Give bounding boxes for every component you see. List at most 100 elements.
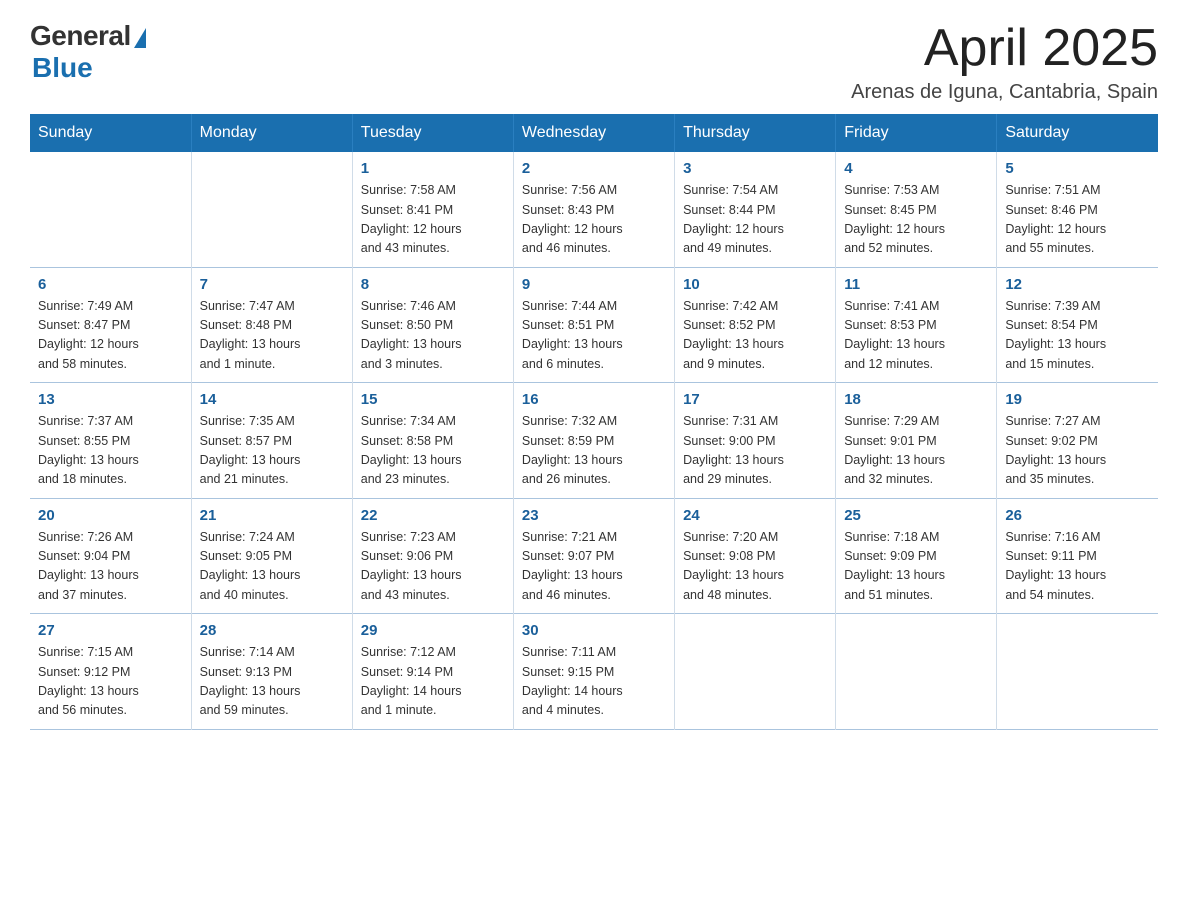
calendar-table: SundayMondayTuesdayWednesdayThursdayFrid…	[30, 114, 1158, 730]
day-of-week-header: Sunday	[30, 114, 191, 152]
day-info: Sunrise: 7:26 AM Sunset: 9:04 PM Dayligh…	[38, 528, 183, 606]
calendar-cell: 27 Sunrise: 7:15 AM Sunset: 9:12 PM Dayli…	[30, 614, 191, 730]
day-number: 9	[522, 276, 666, 293]
day-info: Sunrise: 7:58 AM Sunset: 8:41 PM Dayligh…	[361, 181, 505, 259]
day-number: 2	[522, 160, 666, 177]
calendar-cell: 26Sunrise: 7:16 AM Sunset: 9:11 PM Dayli…	[997, 498, 1158, 614]
day-info: Sunrise: 7:47 AM Sunset: 8:48 PM Dayligh…	[200, 297, 344, 375]
calendar-cell: 17 Sunrise: 7:31 AM Sunset: 9:00 PM Dayli…	[675, 383, 836, 499]
day-number: 17	[683, 391, 827, 408]
day-number: 5	[1005, 160, 1150, 177]
day-of-week-header: Thursday	[675, 114, 836, 152]
calendar-week-row: 6 Sunrise: 7:49 AM Sunset: 8:47 PM Daylig…	[30, 267, 1158, 383]
day-number: 8	[361, 276, 505, 293]
calendar-cell: 19 Sunrise: 7:27 AM Sunset: 9:02 PM Dayli…	[997, 383, 1158, 499]
day-number: 19	[1005, 391, 1150, 408]
calendar-cell: 24Sunrise: 7:20 AM Sunset: 9:08 PM Dayli…	[675, 498, 836, 614]
calendar-week-row: 20 Sunrise: 7:26 AM Sunset: 9:04 PM Dayli…	[30, 498, 1158, 614]
day-info: Sunrise: 7:49 AM Sunset: 8:47 PM Dayligh…	[38, 297, 183, 375]
day-number: 29	[361, 622, 505, 639]
day-number: 20	[38, 507, 183, 524]
calendar-cell: 11Sunrise: 7:41 AM Sunset: 8:53 PM Dayli…	[836, 267, 997, 383]
day-number: 21	[200, 507, 344, 524]
day-number: 14	[200, 391, 344, 408]
day-info: Sunrise: 7:23 AM Sunset: 9:06 PM Dayligh…	[361, 528, 505, 606]
logo-triangle-icon	[134, 28, 146, 48]
calendar-cell: 29 Sunrise: 7:12 AM Sunset: 9:14 PM Dayli…	[352, 614, 513, 730]
day-info: Sunrise: 7:12 AM Sunset: 9:14 PM Dayligh…	[361, 643, 505, 721]
calendar-cell: 12 Sunrise: 7:39 AM Sunset: 8:54 PM Dayli…	[997, 267, 1158, 383]
day-of-week-header: Tuesday	[352, 114, 513, 152]
day-info: Sunrise: 7:39 AM Sunset: 8:54 PM Dayligh…	[1005, 297, 1150, 375]
calendar-week-row: 1 Sunrise: 7:58 AM Sunset: 8:41 PM Daylig…	[30, 152, 1158, 267]
day-of-week-header: Friday	[836, 114, 997, 152]
day-info: Sunrise: 7:24 AM Sunset: 9:05 PM Dayligh…	[200, 528, 344, 606]
day-number: 18	[844, 391, 988, 408]
calendar-title: April 2025	[851, 20, 1158, 77]
day-number: 25	[844, 507, 988, 524]
calendar-cell: 10Sunrise: 7:42 AM Sunset: 8:52 PM Dayli…	[675, 267, 836, 383]
calendar-cell: 6 Sunrise: 7:49 AM Sunset: 8:47 PM Daylig…	[30, 267, 191, 383]
calendar-cell: 2Sunrise: 7:56 AM Sunset: 8:43 PM Daylig…	[513, 152, 674, 267]
logo: General Blue	[30, 20, 146, 84]
day-number: 4	[844, 160, 988, 177]
calendar-header: SundayMondayTuesdayWednesdayThursdayFrid…	[30, 114, 1158, 152]
calendar-cell	[191, 152, 352, 267]
calendar-cell	[30, 152, 191, 267]
calendar-cell: 28 Sunrise: 7:14 AM Sunset: 9:13 PM Dayli…	[191, 614, 352, 730]
day-number: 6	[38, 276, 183, 293]
day-info: Sunrise: 7:15 AM Sunset: 9:12 PM Dayligh…	[38, 643, 183, 721]
calendar-cell: 9 Sunrise: 7:44 AM Sunset: 8:51 PM Daylig…	[513, 267, 674, 383]
calendar-cell: 23 Sunrise: 7:21 AM Sunset: 9:07 PM Dayli…	[513, 498, 674, 614]
day-of-week-header: Wednesday	[513, 114, 674, 152]
day-number: 23	[522, 507, 666, 524]
calendar-cell: 30Sunrise: 7:11 AM Sunset: 9:15 PM Dayli…	[513, 614, 674, 730]
day-number: 28	[200, 622, 344, 639]
calendar-cell: 5 Sunrise: 7:51 AM Sunset: 8:46 PM Daylig…	[997, 152, 1158, 267]
day-number: 12	[1005, 276, 1150, 293]
day-info: Sunrise: 7:51 AM Sunset: 8:46 PM Dayligh…	[1005, 181, 1150, 259]
day-info: Sunrise: 7:18 AM Sunset: 9:09 PM Dayligh…	[844, 528, 988, 606]
day-info: Sunrise: 7:54 AM Sunset: 8:44 PM Dayligh…	[683, 181, 827, 259]
logo-blue-text: Blue	[32, 52, 93, 84]
calendar-cell: 1 Sunrise: 7:58 AM Sunset: 8:41 PM Daylig…	[352, 152, 513, 267]
day-number: 27	[38, 622, 183, 639]
day-info: Sunrise: 7:44 AM Sunset: 8:51 PM Dayligh…	[522, 297, 666, 375]
day-number: 1	[361, 160, 505, 177]
day-info: Sunrise: 7:27 AM Sunset: 9:02 PM Dayligh…	[1005, 412, 1150, 490]
day-number: 26	[1005, 507, 1150, 524]
day-info: Sunrise: 7:35 AM Sunset: 8:57 PM Dayligh…	[200, 412, 344, 490]
calendar-cell: 16Sunrise: 7:32 AM Sunset: 8:59 PM Dayli…	[513, 383, 674, 499]
calendar-cell: 3 Sunrise: 7:54 AM Sunset: 8:44 PM Daylig…	[675, 152, 836, 267]
calendar-cell: 25 Sunrise: 7:18 AM Sunset: 9:09 PM Dayli…	[836, 498, 997, 614]
calendar-cell	[675, 614, 836, 730]
calendar-subtitle: Arenas de Iguna, Cantabria, Spain	[851, 81, 1158, 104]
calendar-cell	[836, 614, 997, 730]
day-of-week-header: Saturday	[997, 114, 1158, 152]
calendar-cell: 8 Sunrise: 7:46 AM Sunset: 8:50 PM Daylig…	[352, 267, 513, 383]
day-info: Sunrise: 7:21 AM Sunset: 9:07 PM Dayligh…	[522, 528, 666, 606]
calendar-cell: 20 Sunrise: 7:26 AM Sunset: 9:04 PM Dayli…	[30, 498, 191, 614]
day-number: 13	[38, 391, 183, 408]
day-number: 10	[683, 276, 827, 293]
day-info: Sunrise: 7:29 AM Sunset: 9:01 PM Dayligh…	[844, 412, 988, 490]
day-info: Sunrise: 7:53 AM Sunset: 8:45 PM Dayligh…	[844, 181, 988, 259]
day-number: 15	[361, 391, 505, 408]
day-number: 7	[200, 276, 344, 293]
days-of-week-row: SundayMondayTuesdayWednesdayThursdayFrid…	[30, 114, 1158, 152]
day-info: Sunrise: 7:20 AM Sunset: 9:08 PM Dayligh…	[683, 528, 827, 606]
day-of-week-header: Monday	[191, 114, 352, 152]
calendar-week-row: 13Sunrise: 7:37 AM Sunset: 8:55 PM Dayli…	[30, 383, 1158, 499]
day-number: 3	[683, 160, 827, 177]
day-info: Sunrise: 7:46 AM Sunset: 8:50 PM Dayligh…	[361, 297, 505, 375]
day-info: Sunrise: 7:31 AM Sunset: 9:00 PM Dayligh…	[683, 412, 827, 490]
logo-general-text: General	[30, 20, 131, 52]
day-info: Sunrise: 7:14 AM Sunset: 9:13 PM Dayligh…	[200, 643, 344, 721]
day-info: Sunrise: 7:34 AM Sunset: 8:58 PM Dayligh…	[361, 412, 505, 490]
calendar-cell: 18 Sunrise: 7:29 AM Sunset: 9:01 PM Dayli…	[836, 383, 997, 499]
title-area: April 2025 Arenas de Iguna, Cantabria, S…	[851, 20, 1158, 104]
day-info: Sunrise: 7:32 AM Sunset: 8:59 PM Dayligh…	[522, 412, 666, 490]
calendar-body: 1 Sunrise: 7:58 AM Sunset: 8:41 PM Daylig…	[30, 152, 1158, 729]
calendar-cell: 13Sunrise: 7:37 AM Sunset: 8:55 PM Dayli…	[30, 383, 191, 499]
day-number: 30	[522, 622, 666, 639]
